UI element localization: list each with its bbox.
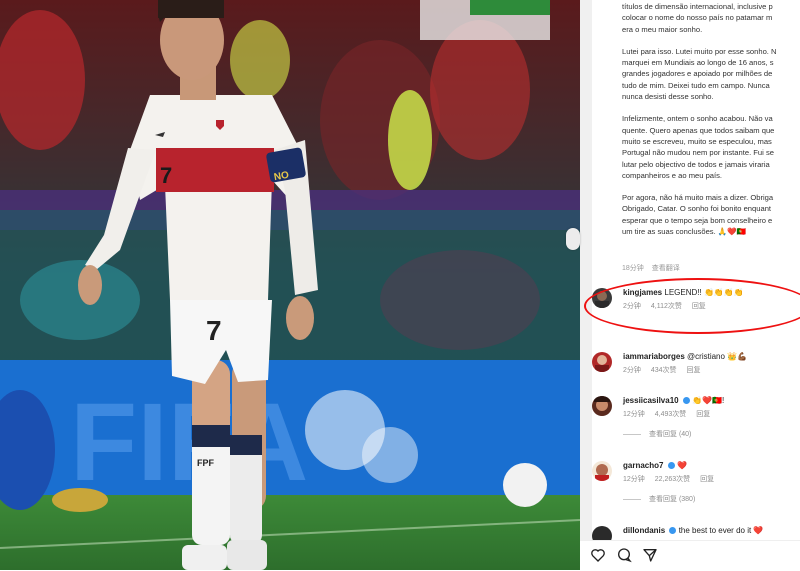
comment-username[interactable]: garnacho7	[623, 461, 663, 470]
caption-time: 18分钟	[622, 265, 644, 272]
reply-button[interactable]: 回复	[696, 411, 710, 418]
comment-text: ❤️	[676, 461, 687, 470]
sock-text: FPF	[197, 458, 215, 468]
comment-text: 👏❤️🇵🇹!	[692, 396, 725, 405]
comment-icon[interactable]	[616, 547, 632, 563]
avatar[interactable]	[592, 288, 612, 308]
comment-time: 2分钟	[623, 367, 641, 374]
comment-likes[interactable]: 4,493次赞	[655, 411, 687, 418]
fifa-board-text: FIFA	[70, 381, 308, 504]
comment-likes[interactable]: 434次赞	[651, 367, 677, 374]
caption-meta: 18分钟 查看翻译	[622, 263, 686, 273]
caption-paragraph-4: Por agora, não há muito mais a dizer. Ob…	[622, 193, 774, 237]
scrollbar-thumb[interactable]	[566, 228, 580, 250]
caption-paragraph-3: Infelizmente, ontem o sonho acabou. Não …	[622, 114, 775, 180]
comment-time: 12分钟	[623, 411, 645, 418]
avatar[interactable]	[592, 461, 612, 481]
share-icon[interactable]	[642, 547, 658, 563]
comment-likes[interactable]: 4,112次赞	[651, 303, 682, 310]
avatar[interactable]	[592, 396, 612, 416]
verified-badge-icon	[669, 527, 677, 534]
reply-button[interactable]: 回复	[700, 476, 714, 483]
shorts-number: 7	[206, 315, 222, 346]
caption-paragraph-1: títulos de dimensão internacional, inclu…	[622, 2, 773, 34]
comment-username[interactable]: iammariaborges	[623, 352, 685, 361]
comment-username[interactable]: dillondanis	[623, 526, 665, 535]
comment-time: 2分钟	[623, 303, 641, 310]
reply-button[interactable]: 回复	[687, 367, 701, 374]
reply-button[interactable]: 回复	[692, 303, 706, 310]
post-photo: FIFA FPF 7 7 NO	[0, 0, 580, 570]
scrollbar-track[interactable]	[580, 0, 592, 570]
comment-username[interactable]: jessiicasilva10	[623, 396, 679, 405]
comment-username[interactable]: kingjames	[623, 288, 662, 297]
view-replies-link[interactable]: 查看回复 (40)	[623, 429, 800, 439]
post-caption: títulos de dimensão internacional, inclu…	[622, 0, 800, 248]
comment-likes[interactable]: 22,263次赞	[655, 476, 690, 483]
view-replies-link[interactable]: 查看回复 (380)	[623, 494, 800, 504]
avatar[interactable]	[592, 352, 612, 372]
see-translation-link[interactable]: 查看翻译	[652, 265, 680, 272]
verified-badge-icon	[667, 462, 675, 469]
post-action-bar	[580, 540, 800, 571]
verified-badge-icon	[682, 397, 690, 404]
comment-text: LEGEND!! 👏👏👏👏	[664, 288, 744, 297]
shirt-number: 7	[160, 163, 172, 188]
comment-time: 12分钟	[623, 476, 645, 483]
comment-text: the best to ever do it ❤️	[678, 526, 764, 535]
caption-paragraph-2: Lutei para isso. Lutei muito por esse so…	[622, 46, 777, 102]
heart-outline-icon[interactable]	[590, 547, 606, 563]
comment-text: @cristiano 👑💪🏾	[687, 352, 748, 361]
